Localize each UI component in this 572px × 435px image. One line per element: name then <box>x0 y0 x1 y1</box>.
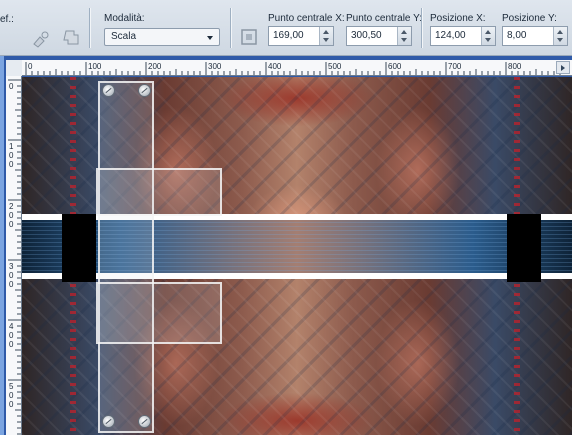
center-x-field[interactable]: 169,00 <box>268 26 334 46</box>
canvas-image[interactable] <box>22 77 572 435</box>
vertical-ruler: 0100200300400500 <box>6 76 22 435</box>
ruler-label: 200 <box>148 62 162 71</box>
ruler-label: 0 <box>9 211 14 220</box>
transform-icon[interactable] <box>60 27 82 49</box>
ruler-label: 1 <box>9 142 14 151</box>
ruler-label: 0 <box>9 271 14 280</box>
ruler-label: 0 <box>9 151 14 160</box>
ruler-label: 100 <box>88 62 102 71</box>
center-point-icon[interactable] <box>238 26 260 48</box>
ruler-corner <box>6 60 22 76</box>
center-x-spinner[interactable] <box>319 27 333 45</box>
tool-options-bar: ef.: Modalità: Scala Punto centrale X: 1… <box>0 0 572 56</box>
ruler-label: 0 <box>9 331 14 340</box>
ruler-label: 0 <box>9 340 14 349</box>
pos-x-label: Posizione X: <box>430 13 486 24</box>
corner-handle-icon[interactable] <box>103 416 114 427</box>
ruler-label: 0 <box>9 160 14 169</box>
ruler-label: 0 <box>9 280 14 289</box>
pos-y-field[interactable]: 8,00 <box>502 26 568 46</box>
black-block-left <box>62 214 96 282</box>
pos-y-label: Posizione Y: <box>502 13 557 24</box>
ruler-label: 0 <box>9 82 14 91</box>
ruler-label: 600 <box>388 62 402 71</box>
pos-x-spinner[interactable] <box>481 27 495 45</box>
ruler-label: 0 <box>9 391 14 400</box>
toolbar-separator <box>421 8 422 48</box>
center-x-value: 169,00 <box>273 30 304 41</box>
ruler-label: 5 <box>9 382 14 391</box>
ruler-label: 0 <box>28 62 33 71</box>
corner-handle-icon[interactable] <box>103 85 114 96</box>
toolbar-separator <box>230 8 231 48</box>
ruler-label: 0 <box>9 400 14 409</box>
corner-handle-icon[interactable] <box>139 416 150 427</box>
selection-top-rect[interactable] <box>96 168 222 216</box>
corner-handle-icon[interactable] <box>139 85 150 96</box>
ruler-label: 2 <box>9 202 14 211</box>
center-x-label: Punto centrale X: <box>268 13 345 24</box>
ruler-label: 800 <box>508 62 522 71</box>
chevron-down-icon <box>207 36 213 40</box>
horizontal-ruler: 0 100 200 300 400 500 600 700 800 <box>6 60 572 76</box>
center-y-value: 300,50 <box>351 30 382 41</box>
mode-dropdown[interactable]: Scala <box>104 28 220 46</box>
black-block-right <box>507 214 541 282</box>
ruler-label: 4 <box>9 322 14 331</box>
selection-bottom-rect[interactable] <box>96 282 222 344</box>
ruler-label: 0 <box>9 220 14 229</box>
ruler-label: 300 <box>208 62 222 71</box>
mode-value: Scala <box>111 31 137 42</box>
ruler-label: 400 <box>268 62 282 71</box>
ruler-label: 500 <box>328 62 342 71</box>
pos-x-value: 124,00 <box>435 30 466 41</box>
stamp-icon[interactable] <box>30 28 52 50</box>
scroll-right-icon[interactable] <box>556 61 570 74</box>
center-y-label: Punto centrale Y: <box>346 13 422 24</box>
pos-x-field[interactable]: 124,00 <box>430 26 496 46</box>
ruler-label: 3 <box>9 262 14 271</box>
center-y-spinner[interactable] <box>397 27 411 45</box>
ruler-label: 700 <box>448 62 462 71</box>
preset-label: ef.: <box>0 14 14 25</box>
selection-vertical-bar[interactable] <box>98 81 154 433</box>
mode-label: Modalità: <box>104 13 145 24</box>
pos-y-spinner[interactable] <box>553 27 567 45</box>
center-y-field[interactable]: 300,50 <box>346 26 412 46</box>
pos-y-value: 8,00 <box>507 30 527 41</box>
toolbar-separator <box>89 8 90 48</box>
